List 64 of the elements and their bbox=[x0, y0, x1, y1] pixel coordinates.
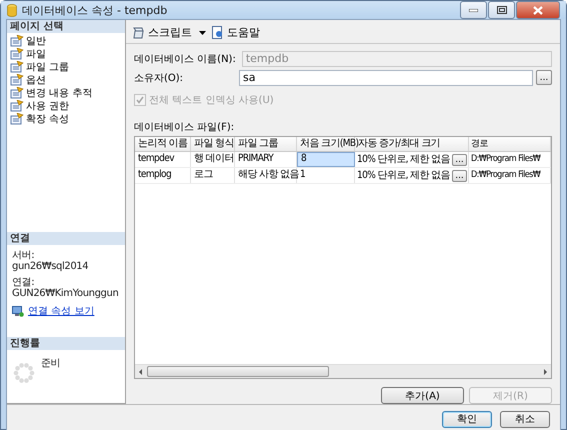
table-cell: 행 데이터 bbox=[191, 152, 235, 167]
cancel-button[interactable]: 취소 bbox=[500, 410, 550, 428]
page-icon bbox=[10, 86, 24, 98]
page-icon bbox=[10, 48, 24, 60]
window-title: 데이터베이스 속성 - tempdb bbox=[22, 2, 168, 18]
server-name: gun26₩sql2014 bbox=[12, 261, 88, 272]
page-item[interactable]: 옵션 bbox=[7, 73, 125, 86]
page-icon bbox=[10, 60, 24, 72]
page-item[interactable]: 확장 속성 bbox=[7, 112, 125, 125]
connection-properties-link[interactable]: 연결 속성 보기 bbox=[28, 304, 94, 318]
page-icon bbox=[10, 100, 24, 112]
table-cell: 해당 사항 없음 bbox=[235, 168, 297, 183]
table-cell: 로그 bbox=[191, 168, 235, 183]
minimize-icon bbox=[469, 8, 478, 12]
page-item[interactable]: 파일 bbox=[7, 47, 125, 60]
section-header: 연결 bbox=[7, 232, 125, 245]
connection-label: 연결: bbox=[12, 277, 34, 288]
add-button[interactable]: 추가(A) bbox=[381, 387, 464, 404]
page-item[interactable]: 파일 그룹 bbox=[7, 60, 125, 73]
table-cell: 10% 단위로, 제한 없음 bbox=[357, 168, 450, 182]
column-header[interactable]: 경로 bbox=[469, 137, 551, 151]
page-icon bbox=[10, 112, 24, 124]
page-item[interactable]: 사용 권한 bbox=[7, 99, 125, 112]
browse-button[interactable]: ... bbox=[452, 170, 467, 182]
column-header[interactable]: 논리적 이름 bbox=[135, 137, 191, 151]
restore-icon bbox=[496, 6, 506, 14]
script-icon bbox=[132, 26, 145, 39]
column-header[interactable]: 파일 형식 bbox=[191, 137, 235, 151]
caret-icon bbox=[199, 30, 206, 34]
table-cell: D:₩Program Files₩ bbox=[469, 152, 551, 167]
browse-button[interactable]: ... bbox=[452, 154, 467, 166]
connection-icon bbox=[12, 306, 24, 316]
script-dropdown[interactable]: 스크립트 bbox=[132, 25, 206, 40]
database-icon bbox=[7, 4, 17, 16]
table-cell: tempdev bbox=[135, 152, 191, 167]
close-button[interactable] bbox=[516, 1, 560, 19]
size-cell[interactable]: 8 bbox=[297, 152, 355, 167]
checkbox-label: 전체 텍스트 인덱싱 사용(U) bbox=[149, 94, 274, 107]
owner-field[interactable]: sa bbox=[239, 70, 533, 86]
table-cell: D:₩Program Files₩ bbox=[469, 168, 551, 183]
progress-status: 준비 bbox=[41, 358, 60, 369]
page-icon bbox=[10, 34, 24, 46]
section-header: 페이지 선택 bbox=[7, 20, 125, 33]
page-item[interactable]: 일반 bbox=[7, 34, 125, 47]
page-item[interactable]: 변경 내용 추적 bbox=[7, 86, 125, 99]
table-cell: templog bbox=[135, 168, 191, 183]
close-icon bbox=[533, 6, 543, 14]
files-label: 데이터베이스 파일(F): bbox=[134, 121, 236, 134]
help-icon bbox=[212, 26, 224, 39]
column-header[interactable]: 파일 그룹 bbox=[235, 137, 297, 151]
browse-button[interactable]: ... bbox=[536, 70, 552, 85]
spinner-icon bbox=[13, 362, 35, 384]
restore-button[interactable] bbox=[488, 1, 515, 19]
table-cell: 10% 단위로, 제한 없음 bbox=[357, 152, 450, 166]
minimize-button[interactable] bbox=[460, 1, 487, 19]
help-button[interactable]: 도움말 bbox=[212, 25, 260, 40]
horizontal-scrollbar[interactable] bbox=[135, 364, 551, 378]
field-label: 소유자(O): bbox=[134, 72, 184, 84]
ok-button[interactable]: 확인 bbox=[442, 410, 492, 428]
connection-name: GUN26₩KimYounggun bbox=[12, 288, 118, 299]
section-header: 진행률 bbox=[7, 337, 125, 350]
field-label: 데이터베이스 이름(N): bbox=[134, 52, 237, 66]
page-icon bbox=[10, 74, 24, 86]
server-label: 서버: bbox=[12, 250, 34, 261]
